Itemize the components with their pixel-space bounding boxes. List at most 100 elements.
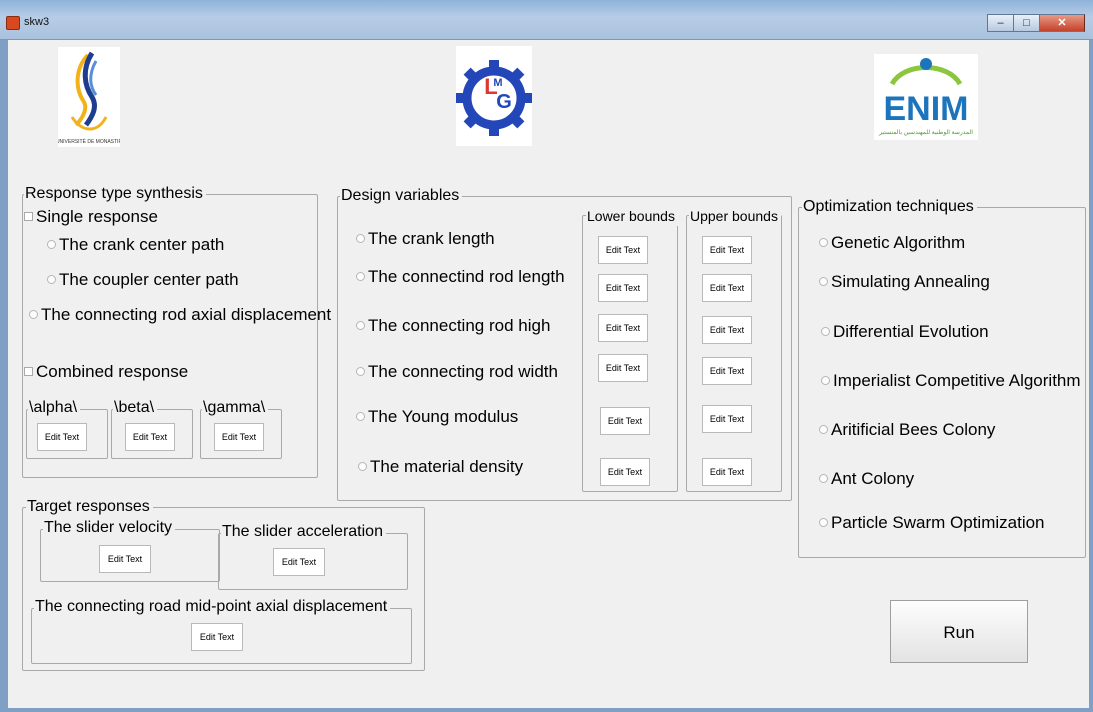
radio-dot-icon <box>819 474 828 483</box>
upper-bounds-panel: Upper bounds Edit Text Edit Text Edit Te… <box>686 206 782 492</box>
connecting-rod-width-radio[interactable]: The connecting rod width <box>356 362 558 382</box>
beta-panel: \beta\ Edit Text <box>111 398 193 459</box>
radio-dot-icon <box>29 310 38 319</box>
radio-dot-icon <box>821 376 830 385</box>
window-title: skw3 <box>24 16 50 28</box>
slider-velocity-panel: The slider velocity Edit Text <box>40 518 220 582</box>
ant-colony-radio[interactable]: Ant Colony <box>819 469 914 489</box>
lower-bounds-title: Lower bounds <box>586 206 678 226</box>
rod-axial-displacement-radio[interactable]: The connecting rod axial displacement <box>29 305 331 325</box>
imperialist-competitive-label: Imperialist Competitive Algorithm <box>833 371 1081 390</box>
lower-bound-rod-high-edit[interactable]: Edit Text <box>598 314 648 342</box>
radio-dot-icon <box>356 321 365 330</box>
upper-bound-rod-high-edit[interactable]: Edit Text <box>702 316 752 344</box>
lower-bound-rod-length-edit[interactable]: Edit Text <box>598 274 648 302</box>
enim-logo: ENIM المدرسة الوطنية للمهندسين بالمنستير <box>874 54 978 140</box>
window-titlebar: skw3 – □ ✕ <box>0 0 1093 40</box>
connecting-rod-width-label: The connecting rod width <box>368 362 558 381</box>
alpha-label: \alpha\ <box>28 398 81 418</box>
upper-bound-rod-width-edit[interactable]: Edit Text <box>702 357 752 385</box>
checkbox-box-icon <box>24 367 33 376</box>
svg-text:UNIVERSITÉ DE MONASTIR: UNIVERSITÉ DE MONASTIR <box>58 138 120 145</box>
young-modulus-label: The Young modulus <box>368 407 519 426</box>
crank-center-path-label: The crank center path <box>59 235 225 254</box>
alpha-edit[interactable]: Edit Text <box>37 423 87 451</box>
radio-dot-icon <box>356 412 365 421</box>
optimization-techniques-title: Optimization techniques <box>802 197 977 217</box>
radio-dot-icon <box>821 327 830 336</box>
particle-swarm-radio[interactable]: Particle Swarm Optimization <box>819 513 1045 533</box>
beta-label: \beta\ <box>113 398 158 418</box>
coupler-center-path-label: The coupler center path <box>59 270 239 289</box>
material-density-label: The material density <box>370 457 524 476</box>
alpha-panel: \alpha\ Edit Text <box>26 398 108 459</box>
differential-evolution-label: Differential Evolution <box>833 322 989 341</box>
artificial-bees-colony-radio[interactable]: Aritificial Bees Colony <box>819 420 995 440</box>
radio-dot-icon <box>47 275 56 284</box>
maximize-button[interactable]: □ <box>1013 14 1039 32</box>
upper-bound-material-density-edit[interactable]: Edit Text <box>702 458 752 486</box>
crank-length-radio[interactable]: The crank length <box>356 229 495 249</box>
gamma-panel: \gamma\ Edit Text <box>200 398 282 459</box>
design-variables-panel: Design variables The crank length The co… <box>337 186 792 501</box>
optimization-techniques-panel: Optimization techniques Genetic Algorith… <box>798 197 1086 558</box>
radio-dot-icon <box>819 277 828 286</box>
slider-acceleration-panel: The slider acceleration Edit Text <box>218 522 408 590</box>
genetic-algorithm-radio[interactable]: Genetic Algorithm <box>819 233 965 253</box>
target-responses-title: Target responses <box>26 497 153 517</box>
midpoint-displacement-label: The connecting road mid-point axial disp… <box>34 597 391 617</box>
window-controls: – □ ✕ <box>987 14 1085 32</box>
coupler-center-path-radio[interactable]: The coupler center path <box>47 270 239 290</box>
design-variables-title: Design variables <box>340 186 463 206</box>
target-responses-panel: Target responses The slider velocity Edi… <box>22 497 425 671</box>
matlab-figure-icon <box>6 16 20 30</box>
differential-evolution-radio[interactable]: Differential Evolution <box>821 322 989 342</box>
radio-dot-icon <box>356 272 365 281</box>
midpoint-displacement-edit[interactable]: Edit Text <box>191 623 243 651</box>
crank-center-path-radio[interactable]: The crank center path <box>47 235 224 255</box>
svg-text:G: G <box>496 91 512 113</box>
upper-bound-young-modulus-edit[interactable]: Edit Text <box>702 405 752 433</box>
svg-text:M: M <box>493 77 502 89</box>
radio-dot-icon <box>819 518 828 527</box>
figure-client-area: UNIVERSITÉ DE MONASTIR L M G ENIM المدرس… <box>8 40 1089 708</box>
lower-bound-crank-length-edit[interactable]: Edit Text <box>598 236 648 264</box>
connecting-rod-length-label: The connectind rod length <box>368 267 565 286</box>
gamma-edit[interactable]: Edit Text <box>214 423 264 451</box>
radio-dot-icon <box>819 425 828 434</box>
upper-bounds-title: Upper bounds <box>689 206 781 226</box>
imperialist-competitive-radio[interactable]: Imperialist Competitive Algorithm <box>821 371 1081 391</box>
crank-length-label: The crank length <box>368 229 495 248</box>
minimize-button[interactable]: – <box>987 14 1013 32</box>
upper-bound-crank-length-edit[interactable]: Edit Text <box>702 236 752 264</box>
genetic-algorithm-label: Genetic Algorithm <box>831 233 966 252</box>
slider-acceleration-edit[interactable]: Edit Text <box>273 548 325 576</box>
enim-logo-text: ENIM <box>884 90 969 128</box>
material-density-radio[interactable]: The material density <box>358 457 523 477</box>
single-response-label: Single response <box>36 207 158 226</box>
slider-velocity-label: The slider velocity <box>43 518 176 538</box>
university-logo: UNIVERSITÉ DE MONASTIR <box>56 47 122 147</box>
slider-velocity-edit[interactable]: Edit Text <box>99 545 151 573</box>
connecting-rod-high-radio[interactable]: The connecting rod high <box>356 316 550 336</box>
combined-response-checkbox[interactable]: Combined response <box>24 362 188 382</box>
artificial-bees-colony-label: Aritificial Bees Colony <box>831 420 996 439</box>
radio-dot-icon <box>47 240 56 249</box>
connecting-rod-length-radio[interactable]: The connectind rod length <box>356 267 565 287</box>
upper-bound-rod-length-edit[interactable]: Edit Text <box>702 274 752 302</box>
rod-axial-displacement-label: The connecting rod axial displacement <box>41 305 332 324</box>
particle-swarm-label: Particle Swarm Optimization <box>831 513 1045 532</box>
lmg-gear-logo: L M G <box>456 46 532 146</box>
midpoint-displacement-panel: The connecting road mid-point axial disp… <box>31 597 412 664</box>
radio-dot-icon <box>356 234 365 243</box>
beta-edit[interactable]: Edit Text <box>125 423 175 451</box>
lower-bound-material-density-edit[interactable]: Edit Text <box>600 458 650 486</box>
lower-bound-rod-width-edit[interactable]: Edit Text <box>598 354 648 382</box>
lower-bound-young-modulus-edit[interactable]: Edit Text <box>600 407 650 435</box>
young-modulus-radio[interactable]: The Young modulus <box>356 407 518 427</box>
close-button[interactable]: ✕ <box>1039 14 1085 32</box>
run-button[interactable]: Run <box>890 600 1028 663</box>
enim-logo-subtitle: المدرسة الوطنية للمهندسين بالمنستير <box>878 129 973 136</box>
single-response-checkbox[interactable]: Single response <box>24 207 158 227</box>
simulating-annealing-radio[interactable]: Simulating Annealing <box>819 272 990 292</box>
